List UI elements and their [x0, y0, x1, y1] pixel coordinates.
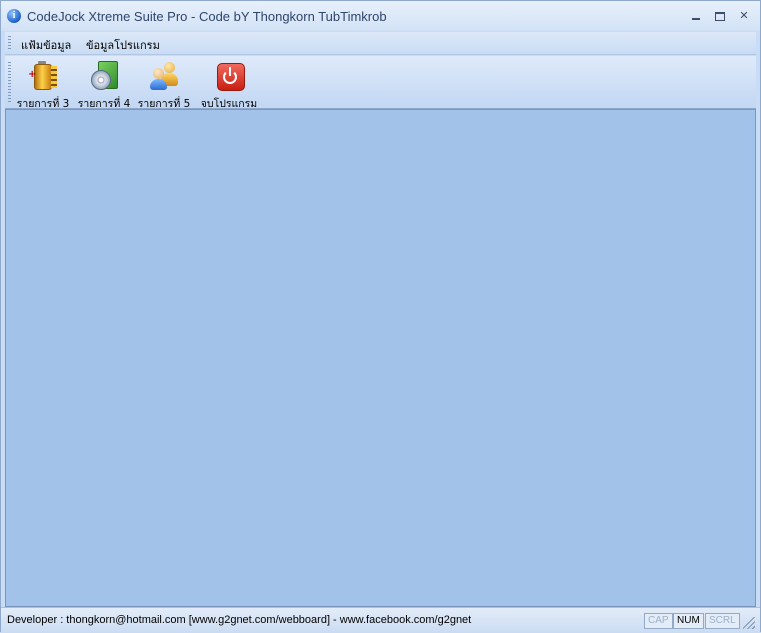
app-window: i CodeJock Xtreme Suite Pro - Code bY Th… — [0, 0, 761, 633]
maximize-button[interactable] — [711, 8, 729, 24]
power-icon — [214, 60, 245, 91]
toolbar-item-5-button[interactable]: รายการที่ 5 — [136, 58, 192, 110]
app-info-icon[interactable]: i — [7, 9, 21, 23]
scroll-lock-indicator: SCRL — [705, 613, 740, 629]
num-lock-indicator: NUM — [673, 613, 704, 629]
mdi-client-area[interactable] — [5, 109, 756, 607]
title-bar[interactable]: i CodeJock Xtreme Suite Pro - Code bY Th… — [1, 1, 760, 31]
status-bar: Developer : thongkorn@hotmail.com [www.g… — [1, 607, 760, 633]
menu-item-file[interactable]: แฟ้มข้อมูล — [21, 36, 71, 54]
minimize-button[interactable] — [687, 8, 705, 24]
toolbar-item-3-button[interactable]: + รายการที่ 3 — [15, 58, 71, 110]
caps-lock-indicator: CAP — [644, 613, 673, 629]
toolbar-item-4-button[interactable]: รายการที่ 4 — [75, 58, 133, 110]
window-title: CodeJock Xtreme Suite Pro - Code bY Thon… — [27, 9, 387, 24]
menu-item-program-info[interactable]: ข้อมูลโปรแกรม — [86, 36, 160, 54]
menu-bar: แฟ้มข้อมูล ข้อมูลโปรแกรม — [5, 32, 756, 55]
minimize-icon — [692, 18, 700, 20]
battery-icon: + — [28, 60, 58, 90]
maximize-icon — [715, 12, 725, 21]
resize-grip-icon[interactable] — [743, 617, 755, 629]
toolbar-grip[interactable] — [8, 62, 11, 102]
close-button[interactable]: ✕ — [735, 8, 753, 24]
users-icon — [149, 60, 179, 90]
toolbar: + รายการที่ 3 รายการที่ 4 รายการที่ 5 จบ… — [5, 56, 756, 110]
disc-box-icon — [89, 60, 119, 90]
status-developer-text: Developer : thongkorn@hotmail.com [www.g… — [7, 614, 472, 626]
close-icon: ✕ — [739, 9, 749, 22]
exit-program-button[interactable]: จบโปรแกรม — [197, 58, 261, 110]
menubar-grip[interactable] — [8, 36, 11, 50]
